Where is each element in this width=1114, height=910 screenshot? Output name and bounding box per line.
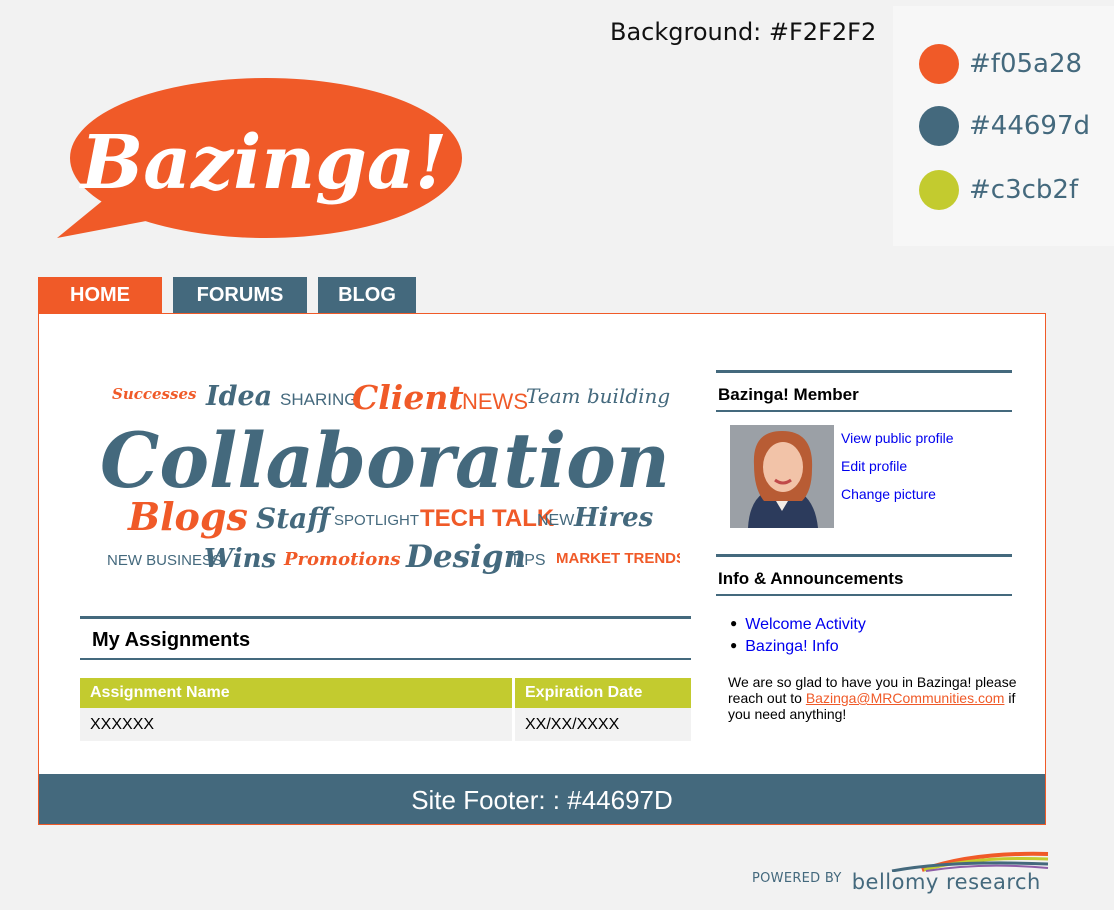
announcements-section-header: Info & Announcements	[716, 554, 1012, 596]
word-collaboration: Collaboration	[100, 416, 670, 505]
word-news: NEWS	[462, 389, 528, 414]
avatar	[730, 425, 834, 528]
member-section-header: Bazinga! Member	[716, 370, 1012, 412]
column-header-expiration-date[interactable]: Expiration Date	[513, 678, 691, 708]
word-spotlight: SPOTLIGHT	[334, 512, 419, 529]
bellomy-research-wordmark: bellomy research	[851, 870, 1041, 894]
swatch-label: #44697d	[969, 111, 1090, 141]
tab-forums[interactable]: FORUMS	[173, 277, 307, 314]
word-tips: TIPS	[510, 552, 546, 569]
swatch-dot	[919, 44, 959, 84]
swatch-dot	[919, 170, 959, 210]
bullet-icon: ●	[730, 638, 738, 652]
announcements-list: ● Welcome Activity ● Bazinga! Info	[730, 614, 866, 658]
list-item: ● Welcome Activity	[730, 614, 866, 636]
assignments-header: My Assignments	[80, 616, 691, 660]
palette-swatch: #f05a28	[919, 44, 1082, 84]
change-picture-link[interactable]: Change picture	[841, 486, 936, 502]
palette-swatch: #c3cb2f	[919, 170, 1078, 210]
table-row[interactable]: XXXXXX XX/XX/XXXX	[80, 708, 691, 741]
bullet-icon: ●	[730, 616, 738, 630]
assignment-name-cell: XXXXXX	[80, 708, 515, 741]
word-successes: Successes	[112, 385, 197, 403]
word-wins: Wins	[204, 544, 277, 574]
swoosh-icon	[891, 851, 1048, 872]
powered-by: POWERED BY bellomy research	[752, 851, 1052, 898]
edit-profile-link[interactable]: Edit profile	[841, 458, 907, 474]
color-palette-panel: #f05a28 #44697d #c3cb2f	[893, 6, 1114, 246]
swatch-label: #c3cb2f	[969, 175, 1079, 205]
word-client: Client	[352, 378, 464, 417]
word-design: Design	[405, 539, 526, 575]
list-item: ● Bazinga! Info	[730, 636, 866, 658]
tab-home[interactable]: HOME	[38, 277, 162, 314]
tab-blog[interactable]: BLOG	[318, 277, 416, 314]
word-tech-talk: TECH TALK	[420, 505, 555, 532]
table-header-row: Assignment Name Expiration Date	[80, 678, 691, 708]
assignments-title: My Assignments	[92, 629, 251, 651]
powered-by-label: POWERED BY	[752, 870, 842, 886]
bellomy-research-logo[interactable]: bellomy research	[851, 851, 1052, 898]
word-sharing: SHARING	[280, 390, 357, 409]
bazinga-info-link[interactable]: Bazinga! Info	[745, 638, 838, 655]
background-color-note: Background: #F2F2F2	[610, 18, 877, 46]
announcements-section-title: Info & Announcements	[718, 569, 904, 588]
support-email-link[interactable]: Bazinga@MRCommunities.com	[806, 690, 1005, 706]
palette-swatch: #44697d	[919, 106, 1090, 146]
site-footer: Site Footer: : #44697D	[38, 774, 1046, 825]
word-blogs: Blogs	[127, 494, 248, 539]
swatch-label: #f05a28	[969, 49, 1083, 79]
welcome-activity-link[interactable]: Welcome Activity	[745, 616, 866, 633]
view-public-profile-link[interactable]: View public profile	[841, 430, 954, 446]
swatch-dot	[919, 106, 959, 146]
word-market-trends: MARKET TRENDS	[556, 550, 680, 567]
word-team-building: Team building	[526, 384, 670, 408]
word-idea: Idea	[205, 381, 272, 412]
assignments-table: Assignment Name Expiration Date XXXXXX X…	[80, 678, 691, 741]
word-hires: Hires	[573, 503, 654, 533]
word-promotions: Promotions	[283, 549, 400, 570]
logo-text: Bazinga!	[79, 120, 448, 206]
word-new: NEW	[537, 512, 575, 529]
column-header-assignment-name[interactable]: Assignment Name	[80, 678, 515, 708]
word-staff: Staff	[256, 502, 335, 535]
expiration-date-cell: XX/XX/XXXX	[513, 708, 691, 741]
collaboration-word-cloud: Successes Idea SHARING Client NEWS Team …	[100, 378, 680, 575]
bazinga-logo: Bazinga!	[57, 78, 462, 238]
member-section-title: Bazinga! Member	[718, 385, 859, 404]
welcome-message: We are so glad to have you in Bazinga! p…	[728, 674, 1018, 722]
